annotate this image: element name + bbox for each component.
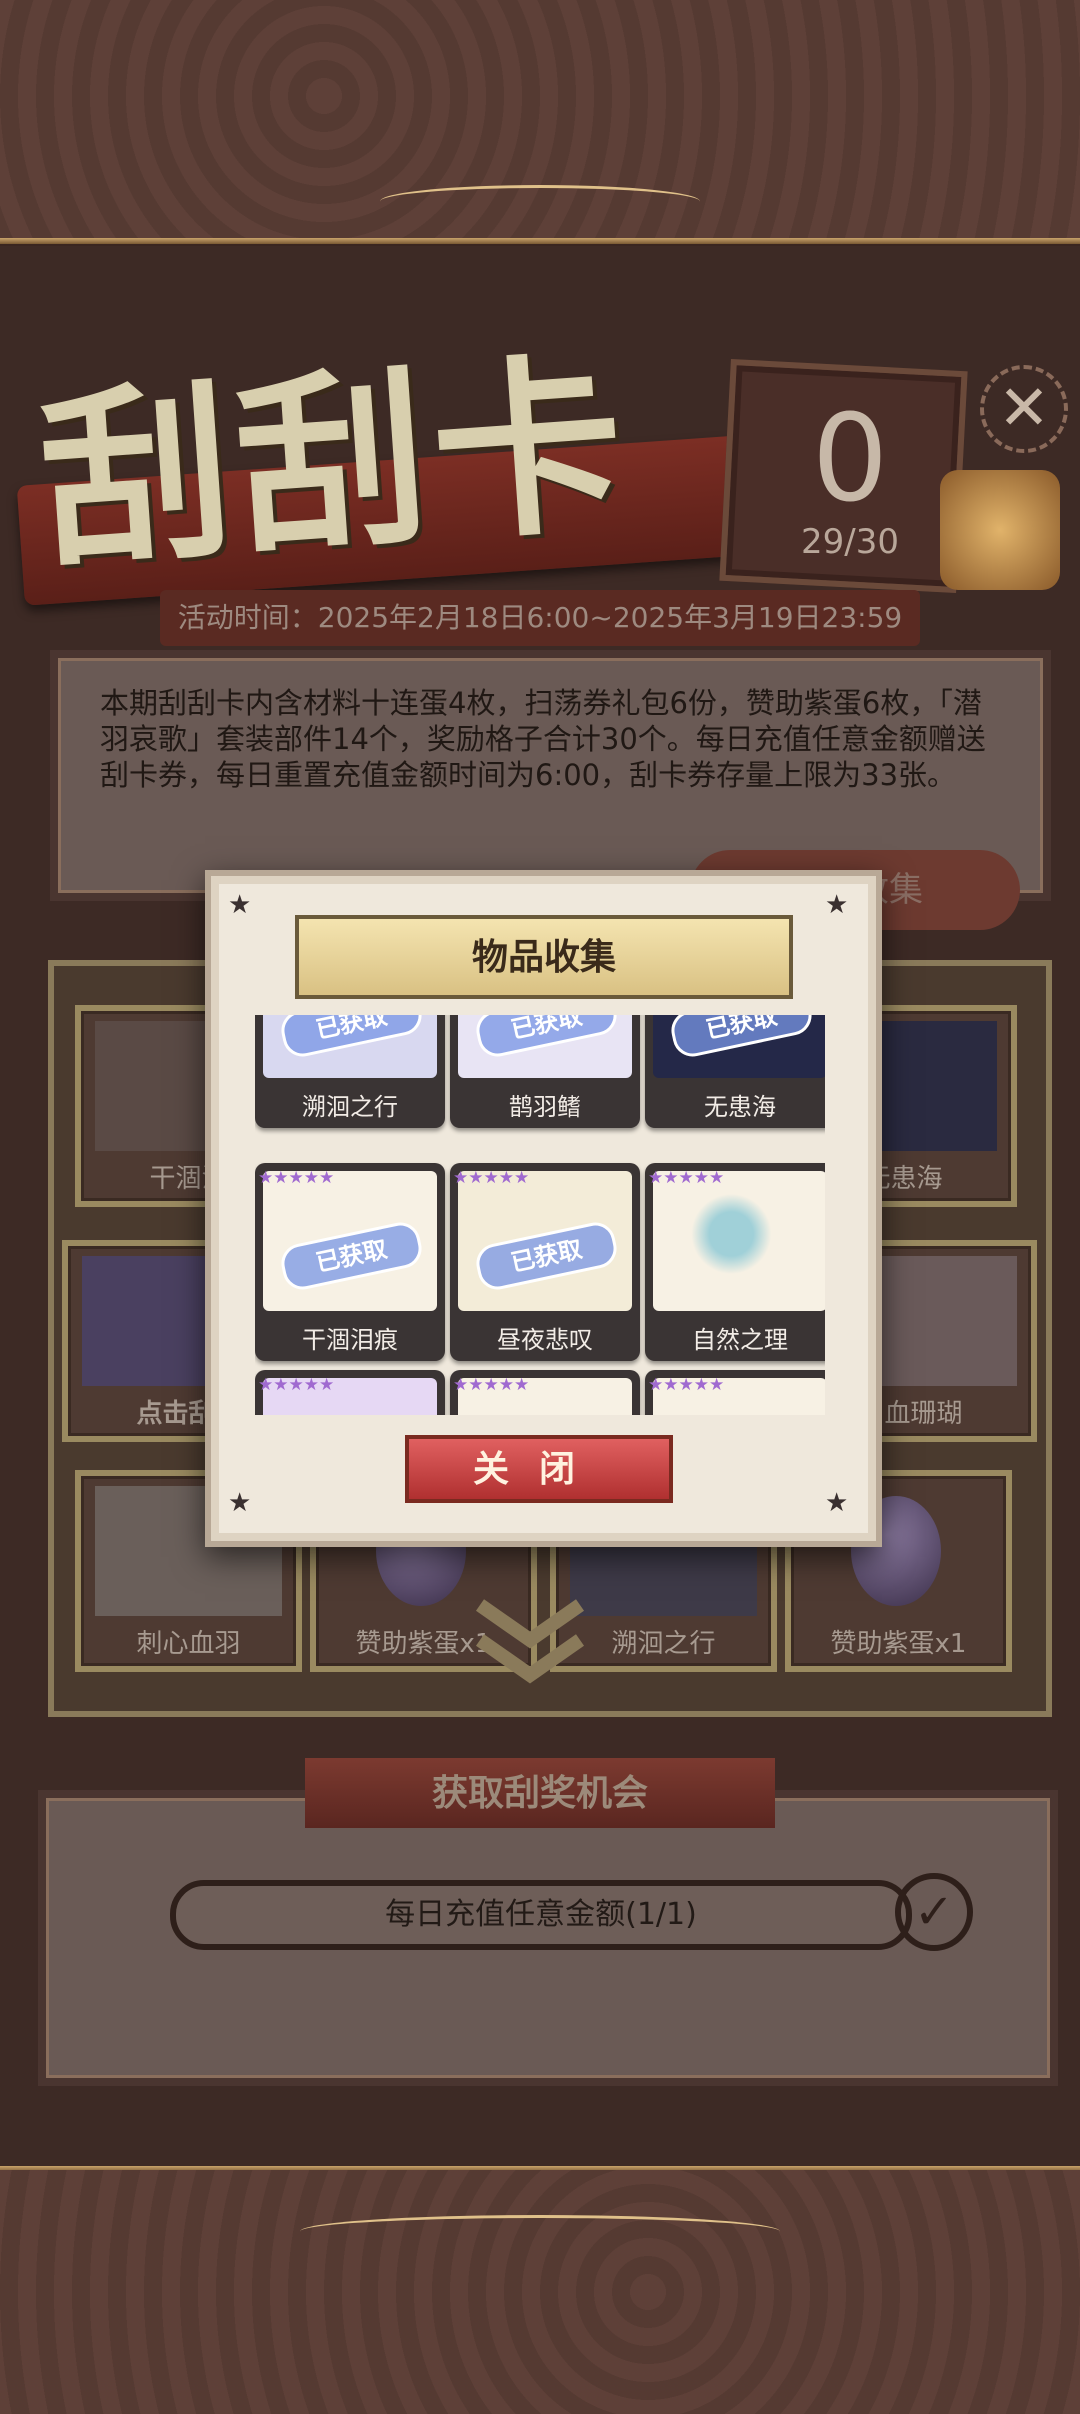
- event-date: 活动时间：2025年2月18日6:00~2025年3月19日23:59: [160, 590, 920, 646]
- item-name: 无患海: [704, 1093, 776, 1121]
- scroll-down-icon[interactable]: [470, 1595, 590, 1685]
- rarity-stars: ★★★★★: [648, 1376, 724, 1394]
- daily-recharge-task[interactable]: 每日充值任意金额(1/1): [170, 1880, 912, 1950]
- item-image: 已获取: [653, 1015, 825, 1078]
- obtained-stamp: 已获取: [472, 1015, 621, 1061]
- chance-title: 获取刮奖机会: [305, 1758, 775, 1828]
- item-name: 鹊羽鳍: [509, 1093, 581, 1121]
- bottom-ornament: [300, 2215, 780, 2248]
- rarity-stars: ★★★★★: [258, 1376, 334, 1394]
- item-name: 昼夜悲叹: [497, 1326, 593, 1354]
- item-name: 干涸泪痕: [302, 1326, 398, 1354]
- event-description: 本期刮刮卡内含材料十连蛋4枚，扫荡券礼包6份，赞助紫蛋6枚，「潜羽哀歌」套装部件…: [100, 686, 986, 792]
- item-image: [653, 1171, 825, 1311]
- rarity-stars: ★★★★★: [258, 1169, 334, 1187]
- rarity-stars: ★★★★★: [453, 1376, 529, 1394]
- item-card[interactable]: 已获取 ★★★★★ 无患海: [645, 1015, 825, 1128]
- obtained-stamp: 已获取: [277, 1015, 426, 1061]
- item-image: 已获取: [263, 1171, 437, 1311]
- modal-close-button[interactable]: 关闭: [405, 1435, 673, 1503]
- modal-title: 物品收集: [295, 915, 793, 999]
- star-icon: ★: [825, 890, 849, 920]
- top-divider: [0, 238, 1080, 244]
- page-title: 刮刮卡: [34, 331, 637, 596]
- item-image: 已获取: [263, 1015, 437, 1078]
- ticket-progress: 29/30: [801, 522, 899, 562]
- obtained-stamp: 已获取: [667, 1015, 816, 1061]
- treasure-chest-icon[interactable]: [940, 470, 1060, 590]
- star-icon: ★: [228, 1488, 252, 1518]
- item-card[interactable]: ★★★★★: [645, 1370, 825, 1415]
- item-card[interactable]: 已获取 ★★★★★ 昼夜悲叹: [450, 1163, 640, 1361]
- top-ornament: [380, 185, 700, 218]
- item-name: 自然之理: [692, 1326, 788, 1354]
- item-card[interactable]: ★★★★★: [255, 1370, 445, 1415]
- item-card[interactable]: 已获取 ★★★★★ 鹊羽鳍: [450, 1015, 640, 1128]
- check-icon: ✓: [895, 1873, 973, 1951]
- obtained-stamp: 已获取: [277, 1218, 426, 1294]
- ticket-count: 0: [811, 390, 889, 529]
- item-card[interactable]: 已获取 ★★★★★ 溯洄之行: [255, 1015, 445, 1128]
- item-card[interactable]: ★★★★★ 自然之理: [645, 1163, 825, 1361]
- item-card[interactable]: 已获取 ★★★★★ 干涸泪痕: [255, 1163, 445, 1361]
- item-card[interactable]: ★★★★★: [450, 1370, 640, 1415]
- star-icon: ★: [228, 890, 252, 920]
- bottom-decor-band: [0, 2170, 1080, 2414]
- close-icon[interactable]: ✕: [980, 365, 1068, 453]
- item-image: 已获取: [458, 1015, 632, 1078]
- cell-label: 赞助紫蛋x1: [830, 1629, 967, 1659]
- obtained-stamp: 已获取: [472, 1218, 621, 1294]
- star-icon: ★: [825, 1488, 849, 1518]
- rarity-stars: ★★★★★: [453, 1169, 529, 1187]
- item-image: 已获取: [458, 1171, 632, 1311]
- cell-label: 刺心血羽: [136, 1629, 241, 1659]
- rarity-stars: ★★★★★: [648, 1169, 724, 1187]
- item-list[interactable]: 已获取 ★★★★★ 溯洄之行 已获取 ★★★★★ 鹊羽鳍 已获取 ★★★★★ 无…: [255, 1015, 825, 1415]
- item-name: 溯洄之行: [302, 1093, 398, 1121]
